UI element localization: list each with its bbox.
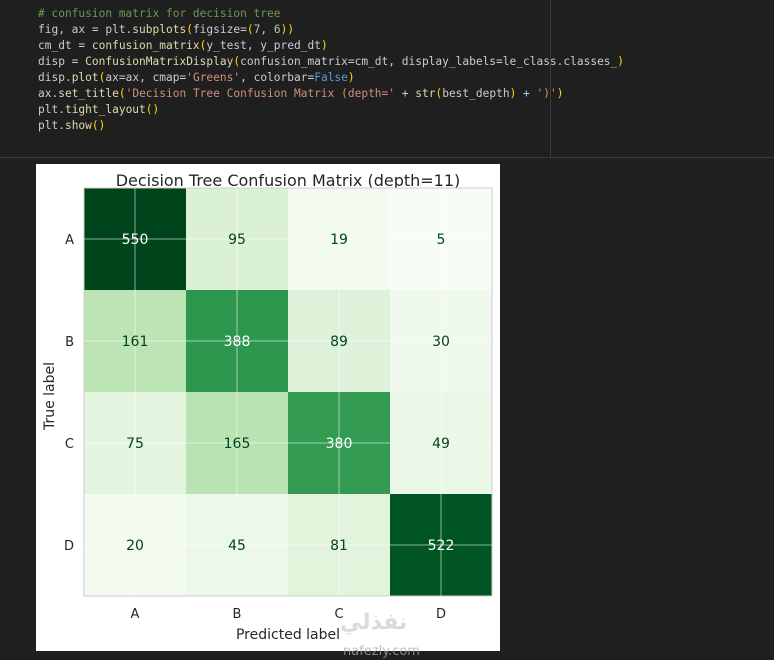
cell-value-label: 75 bbox=[126, 436, 144, 452]
cell-value-label: 522 bbox=[428, 538, 455, 554]
code-line-3: cm_dt = confusion_matrix(y_test, y_pred_… bbox=[38, 39, 328, 52]
x-tick-label: B bbox=[233, 607, 242, 622]
y-tick-label: A bbox=[65, 233, 74, 248]
watermark-url: nafezly.com bbox=[343, 644, 420, 659]
watermark-logo-text: نفذلي bbox=[340, 610, 408, 635]
cell-value-label: 165 bbox=[224, 436, 251, 452]
cell-value-label: 45 bbox=[228, 538, 246, 554]
x-axis-label: Predicted label bbox=[236, 627, 340, 643]
code-line-6: ax.set_title('Decision Tree Confusion Ma… bbox=[38, 87, 564, 100]
cell-value-label: 5 bbox=[437, 232, 446, 248]
output-area: Decision Tree Confusion Matrix (depth=11… bbox=[36, 164, 500, 651]
cell-value-label: 89 bbox=[330, 334, 348, 350]
cell-divider bbox=[0, 157, 774, 158]
cell-value-label: 380 bbox=[326, 436, 353, 452]
cell-value-label: 81 bbox=[330, 538, 348, 554]
code-line-4: disp = ConfusionMatrixDisplay(confusion_… bbox=[38, 55, 625, 68]
code-line-1: # confusion matrix for decision tree bbox=[38, 7, 281, 20]
y-axis-label: True label bbox=[42, 362, 58, 431]
y-tick-label: B bbox=[65, 335, 74, 350]
code-line-5: disp.plot(ax=ax, cmap='Greens', colorbar… bbox=[38, 71, 355, 84]
y-tick-label: D bbox=[64, 539, 74, 554]
cell-value-label: 95 bbox=[228, 232, 246, 248]
cell-value-label: 19 bbox=[330, 232, 348, 248]
watermark: نفذلي nafezly.com bbox=[340, 610, 420, 659]
x-tick-label: D bbox=[436, 607, 446, 622]
x-tick-label: A bbox=[131, 607, 140, 622]
y-tick-label: C bbox=[65, 437, 74, 452]
cell-value-label: 30 bbox=[432, 334, 450, 350]
cell-value-label: 49 bbox=[432, 436, 450, 452]
code-line-8: plt.show() bbox=[38, 119, 106, 132]
cell-value-label: 161 bbox=[122, 334, 149, 350]
cell-value-label: 20 bbox=[126, 538, 144, 554]
cell-value-label: 550 bbox=[122, 232, 149, 248]
confusion-matrix-chart: Decision Tree Confusion Matrix (depth=11… bbox=[36, 164, 500, 651]
cell-value-label: 388 bbox=[224, 334, 251, 350]
matrix-cells bbox=[84, 188, 492, 596]
code-cell[interactable]: # confusion matrix for decision tree fig… bbox=[0, 0, 774, 158]
code-line-7: plt.tight_layout() bbox=[38, 103, 160, 116]
chart-title: Decision Tree Confusion Matrix (depth=11… bbox=[116, 171, 461, 190]
code-editor[interactable]: # confusion matrix for decision tree fig… bbox=[30, 0, 624, 158]
code-line-2: fig, ax = plt.subplots(figsize=(7, 6)) bbox=[38, 23, 295, 36]
